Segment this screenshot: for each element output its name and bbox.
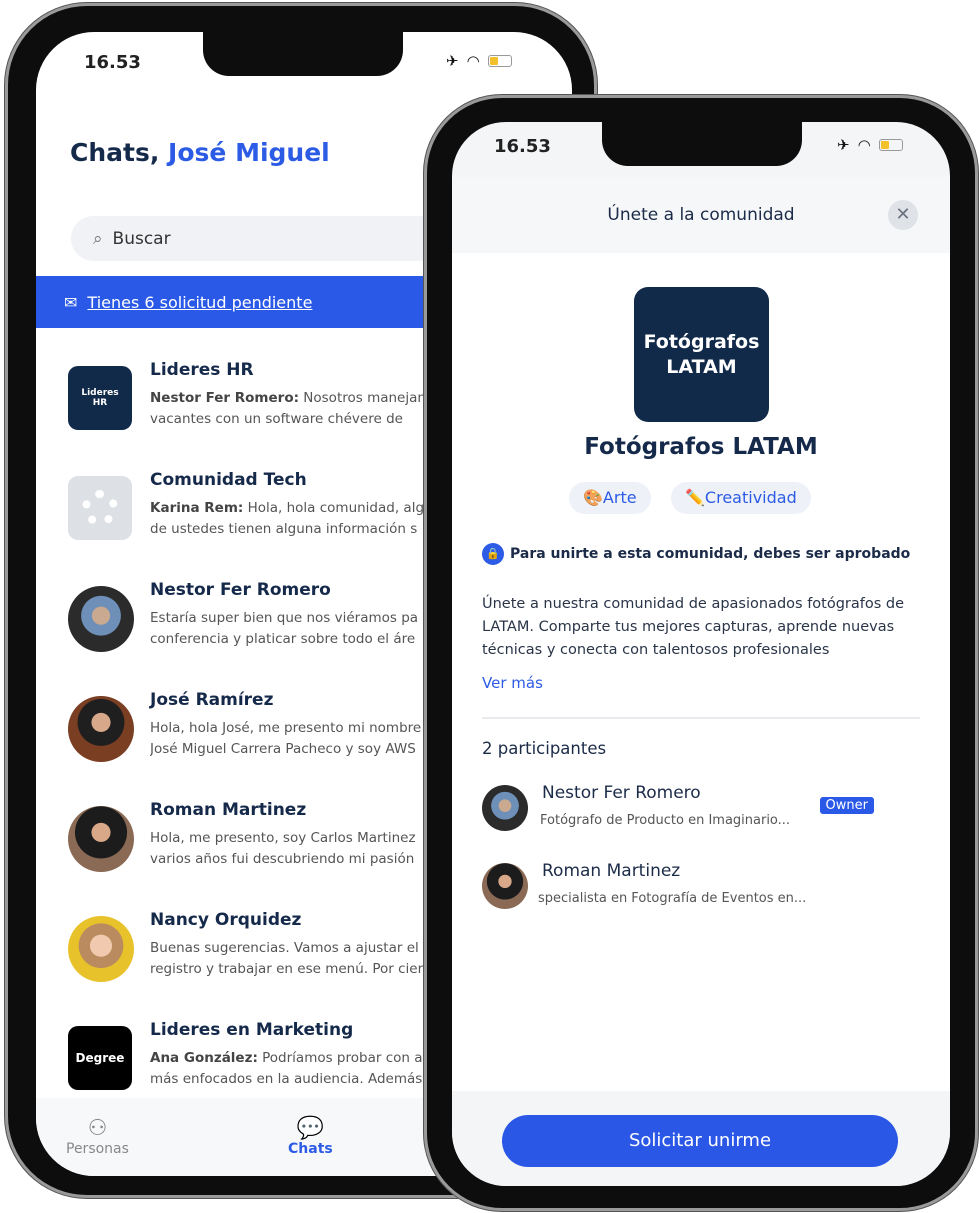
- chat-line-2: registro y trabajar en ese menú. Por cie…: [150, 961, 424, 977]
- avatar: Degree: [68, 1026, 132, 1090]
- chat-name: Lideres HR: [150, 360, 254, 380]
- modal-body: Fotógrafos LATAM Fotógrafos LATAM 🎨Arte …: [452, 253, 950, 1091]
- chat-preview: Ana González: Podríamos probar con a más …: [150, 1048, 435, 1090]
- notch: [602, 98, 802, 166]
- pending-requests-link[interactable]: Tienes 6 solicitud pendiente: [87, 293, 312, 312]
- owner-badge: Owner: [819, 797, 874, 814]
- community-logo: Fotógrafos LATAM: [634, 287, 769, 422]
- participant-item[interactable]: Roman Martinez specialista en Fotografía …: [482, 861, 922, 913]
- tag-label: Creatividad: [704, 488, 797, 507]
- search-icon: ⌕: [93, 228, 103, 249]
- chat-line-1: Buenas sugerencias. Vamos a ajustar el: [150, 940, 419, 956]
- tab-label: Chats: [288, 1141, 333, 1157]
- chat-preview: Nestor Fer Romero: Nosotros manejam vacan…: [150, 388, 435, 430]
- participant-role: Fotógrafo de Producto en Imaginario...: [540, 813, 791, 828]
- tag-creatividad: ✏️Creatividad: [671, 482, 811, 514]
- chat-line-2: de ustedes tienen alguna información s: [150, 521, 418, 537]
- chat-sender: Ana González:: [150, 1050, 258, 1066]
- participant-name: Roman Martinez: [542, 861, 681, 881]
- modal-title: Únete a la comunidad: [607, 205, 795, 225]
- airplane-icon: ✈: [446, 52, 459, 70]
- modal-header: Únete a la comunidad ✕: [452, 177, 950, 253]
- status-icons: ✈ ◠: [837, 136, 903, 154]
- chat-line-1: Podríamos probar con a: [257, 1050, 423, 1066]
- join-community-screen: 16.53 ✈ ◠ Únete a la comunidad ✕ Fotógrafo…: [452, 122, 950, 1186]
- chat-line-1: Hola, hola comunidad, alg: [243, 500, 425, 516]
- tag-label: Arte: [602, 488, 637, 507]
- wifi-icon: ◠: [466, 52, 480, 70]
- close-button[interactable]: ✕: [888, 200, 918, 230]
- mail-icon: ✉: [64, 292, 78, 312]
- chat-line-2: más enfocados en la audiencia. Además: [150, 1071, 423, 1087]
- chat-bubbles-icon: 💬: [296, 1116, 325, 1141]
- chat-line-1: Nosotros manejam: [299, 390, 431, 406]
- participant-item[interactable]: Nestor Fer Romero Fotógrafo de Producto e…: [482, 783, 922, 835]
- close-icon: ✕: [895, 204, 911, 225]
- avatar: Lideres HR: [68, 366, 132, 430]
- approval-notice: 🔒 Para unirte a esta comunidad, debes ser…: [482, 543, 910, 565]
- chat-preview: Karina Rem: Hola, hola comunidad, alg de …: [150, 498, 435, 540]
- tab-chats[interactable]: 💬 Chats: [288, 1116, 333, 1157]
- chat-line-1: Hola, hola José, me presento mi nombre: [150, 720, 422, 736]
- wifi-icon: ◠: [857, 136, 871, 154]
- group-avatar-icon: [68, 476, 132, 540]
- battery-icon: [878, 139, 903, 151]
- modal-footer: Solicitar unirme: [452, 1091, 950, 1186]
- palette-icon: 🎨: [583, 488, 603, 507]
- tag-arte: 🎨Arte: [569, 482, 651, 514]
- community-description: Únete a nuestra comunidad de apasionados…: [482, 596, 905, 658]
- chat-preview: Hola, me presento, soy Carlos Martinez va…: [150, 828, 435, 870]
- chat-line-1: Estaría super bien que nos viéramos pa: [150, 610, 419, 626]
- pending-requests-banner[interactable]: ✉ Tienes 6 solicitud pendiente: [36, 276, 431, 328]
- chat-name: Roman Martinez: [150, 800, 307, 820]
- status-time: 16.53: [494, 136, 551, 157]
- chat-line-2: José Miguel Carrera Pacheco y soy AWS: [150, 741, 416, 757]
- search-input[interactable]: ⌕ Buscar: [71, 216, 451, 261]
- battery-icon: [487, 55, 512, 67]
- see-more-link[interactable]: Ver más: [482, 674, 543, 692]
- participant-name: Nestor Fer Romero: [542, 783, 701, 803]
- search-placeholder: Buscar: [112, 228, 171, 249]
- people-icon: ⚇: [87, 1116, 108, 1141]
- avatar: [482, 785, 528, 831]
- avatar: [68, 696, 134, 762]
- chat-name: Comunidad Tech: [150, 470, 307, 490]
- avatar: [68, 586, 134, 652]
- participants-title: 2 participantes: [482, 739, 607, 758]
- phone-right: 16.53 ✈ ◠ Únete a la comunidad ✕ Fotógrafo…: [424, 95, 978, 1211]
- lock-icon: 🔒: [482, 543, 504, 565]
- chat-name: Nancy Orquidez: [150, 910, 302, 930]
- chat-preview: Hola, hola José, me presento mi nombre Jo…: [150, 718, 435, 760]
- community-name: Fotógrafos LATAM: [584, 434, 818, 460]
- avatar: [68, 806, 134, 872]
- chat-line-2: vacantes con un software chévere de: [150, 411, 403, 427]
- request-join-button[interactable]: Solicitar unirme: [502, 1115, 898, 1167]
- divider: [482, 717, 920, 719]
- participant-role: specialista en Fotografía de Eventos en.…: [538, 891, 807, 906]
- tab-label: Personas: [66, 1141, 129, 1157]
- status-time: 16.53: [84, 52, 141, 73]
- tab-personas[interactable]: ⚇ Personas: [66, 1116, 129, 1157]
- title-user-name: José Miguel: [168, 138, 330, 167]
- chat-line-2: varios años fui descubriendo mi pasión: [150, 851, 415, 867]
- chat-name: Lideres en Marketing: [150, 1020, 354, 1040]
- pencil-icon: ✏️: [685, 488, 705, 507]
- status-icons: ✈ ◠: [446, 52, 512, 70]
- avatar: [482, 863, 528, 909]
- notice-text: Para unirte a esta comunidad, debes ser …: [510, 546, 911, 562]
- airplane-icon: ✈: [837, 136, 850, 154]
- notch: [203, 6, 403, 76]
- chat-preview: Buenas sugerencias. Vamos a ajustar el re…: [150, 938, 435, 980]
- chat-name: José Ramírez: [150, 690, 274, 710]
- chat-preview: Estaría super bien que nos viéramos pa co…: [150, 608, 435, 650]
- chat-name: Nestor Fer Romero: [150, 580, 331, 600]
- page-title: Chats, José Miguel: [70, 138, 330, 167]
- chat-line-1: Hola, me presento, soy Carlos Martinez: [150, 830, 416, 846]
- chat-line-2: conferencia y platicar sobre todo el áre: [150, 631, 416, 647]
- title-prefix: Chats,: [70, 138, 169, 167]
- chat-sender: Nestor Fer Romero:: [150, 390, 299, 406]
- chat-sender: Karina Rem:: [150, 500, 244, 516]
- avatar: [68, 916, 134, 982]
